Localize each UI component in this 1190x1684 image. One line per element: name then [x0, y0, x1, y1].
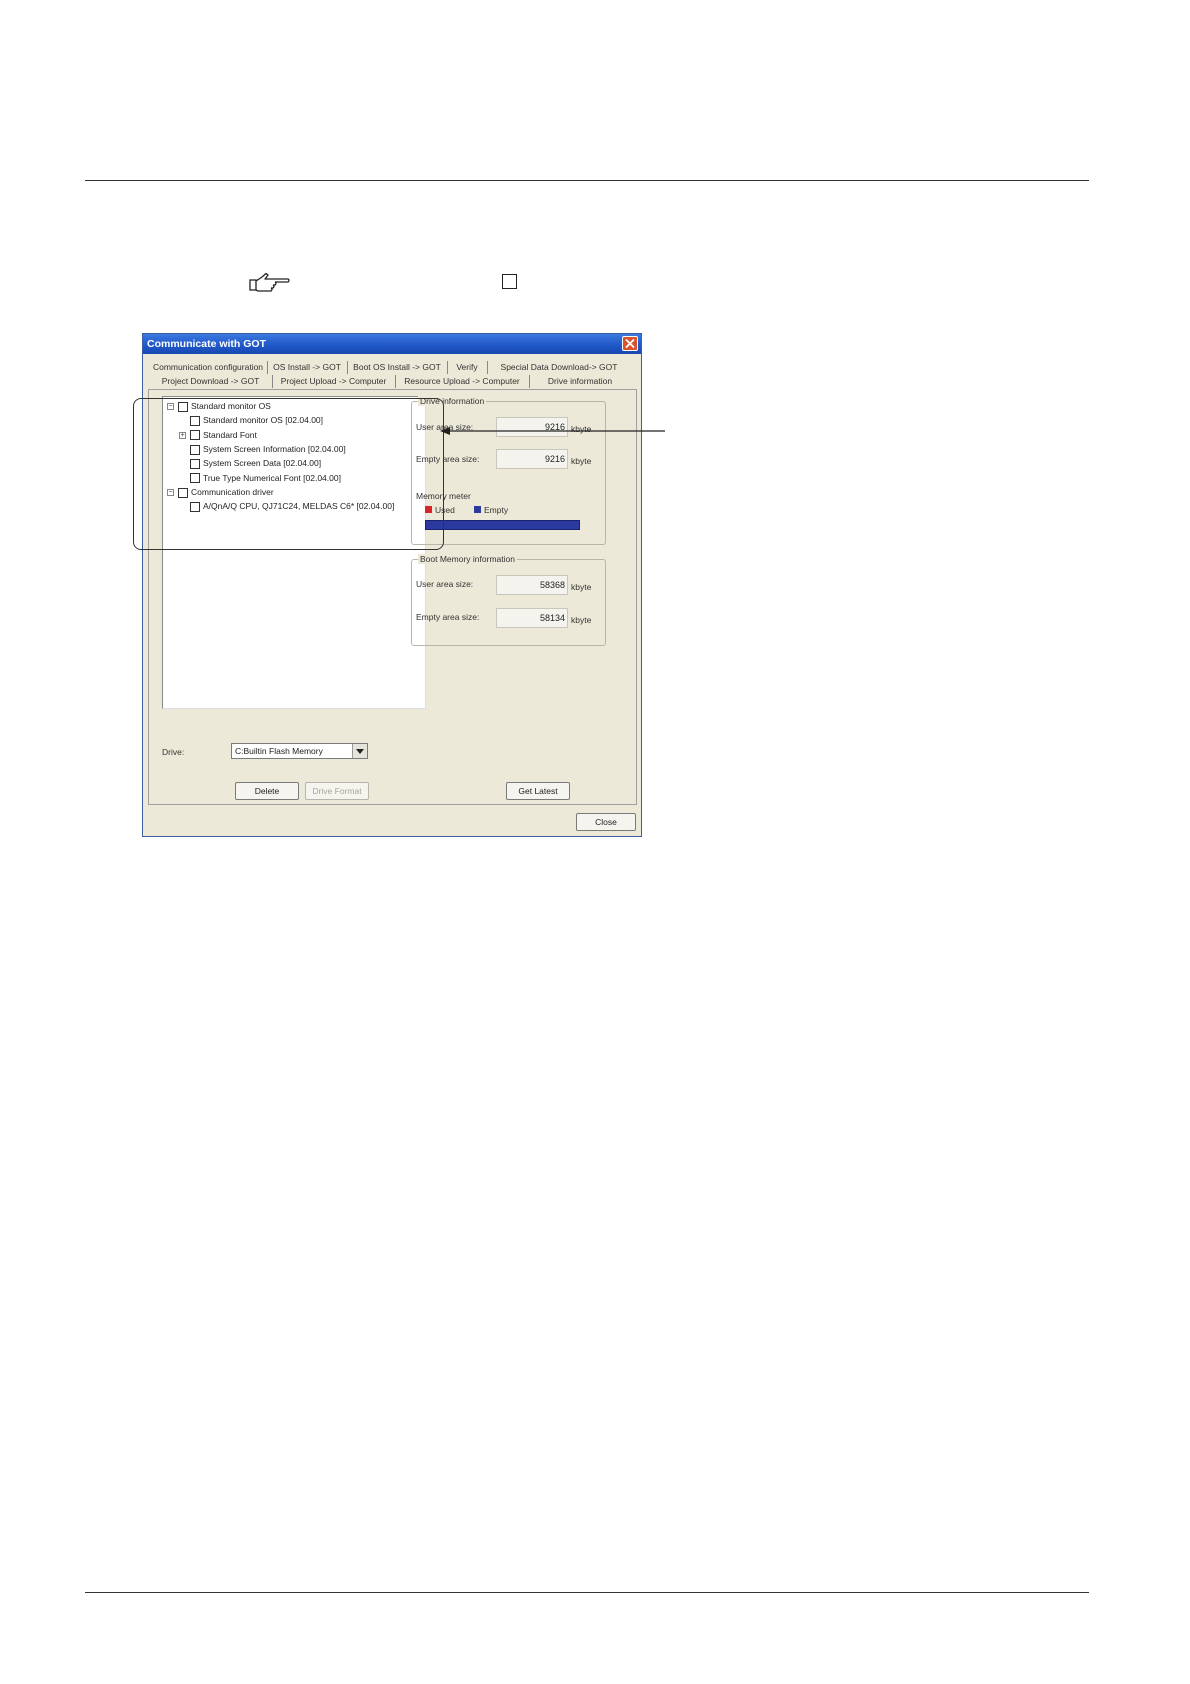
chevron-down-icon[interactable]	[352, 744, 367, 758]
boot-user-area-label: User area size:	[416, 579, 474, 589]
boot-empty-area-value: 58134	[496, 608, 568, 628]
get-latest-button[interactable]: Get Latest	[506, 782, 570, 800]
tab-project-upload[interactable]: Project Upload -> Computer	[272, 375, 396, 388]
drive-select[interactable]: C:Builtin Flash Memory	[231, 743, 368, 759]
tab-drive-information[interactable]: Drive information	[529, 375, 631, 388]
drive-label: Drive:	[162, 747, 185, 757]
legend-empty-swatch	[474, 506, 481, 513]
boot-empty-area-label: Empty area size:	[416, 612, 480, 622]
tab-communication-configuration[interactable]: Communication configuration	[149, 361, 268, 374]
square-box-icon	[502, 274, 517, 289]
boot-user-area-unit: kbyte	[571, 582, 592, 592]
close-icon[interactable]	[622, 336, 638, 351]
boot-user-area-value: 58368	[496, 575, 568, 595]
tab-project-download[interactable]: Project Download -> GOT	[149, 375, 273, 388]
dialog-titlebar[interactable]: Communicate with GOT	[143, 334, 641, 354]
drive-format-button[interactable]: Drive Format	[305, 782, 369, 800]
boot-memory-information-title: Boot Memory information	[418, 554, 517, 564]
pointing-hand-icon	[249, 272, 290, 292]
dialog-title: Communicate with GOT	[147, 338, 267, 350]
tab-row-1: Communication configuration OS Install -…	[149, 361, 635, 375]
callout-arrow-icon	[440, 427, 665, 435]
tab-boot-os-install[interactable]: Boot OS Install -> GOT	[347, 361, 448, 374]
tab-special-data-download[interactable]: Special Data Download-> GOT	[487, 361, 631, 374]
drive-empty-area-unit: kbyte	[571, 456, 592, 466]
drive-select-value: C:Builtin Flash Memory	[235, 746, 323, 756]
tab-os-install[interactable]: OS Install -> GOT	[267, 361, 348, 374]
boot-empty-area-unit: kbyte	[571, 615, 592, 625]
drive-empty-area-value: 9216	[496, 449, 568, 469]
tab-verify[interactable]: Verify	[447, 361, 488, 374]
tab-row-2: Project Download -> GOT Project Upload -…	[149, 375, 635, 389]
legend-empty-label: Empty	[484, 505, 509, 515]
delete-button[interactable]: Delete	[235, 782, 299, 800]
close-button[interactable]: Close	[576, 813, 636, 831]
header-rule	[85, 180, 1089, 181]
tab-resource-upload[interactable]: Resource Upload -> Computer	[395, 375, 530, 388]
footer-rule	[85, 1592, 1089, 1593]
boot-memory-information-group: Boot Memory information User area size: …	[411, 554, 606, 646]
memory-meter-bar	[425, 520, 580, 530]
callout-frame	[133, 398, 444, 550]
